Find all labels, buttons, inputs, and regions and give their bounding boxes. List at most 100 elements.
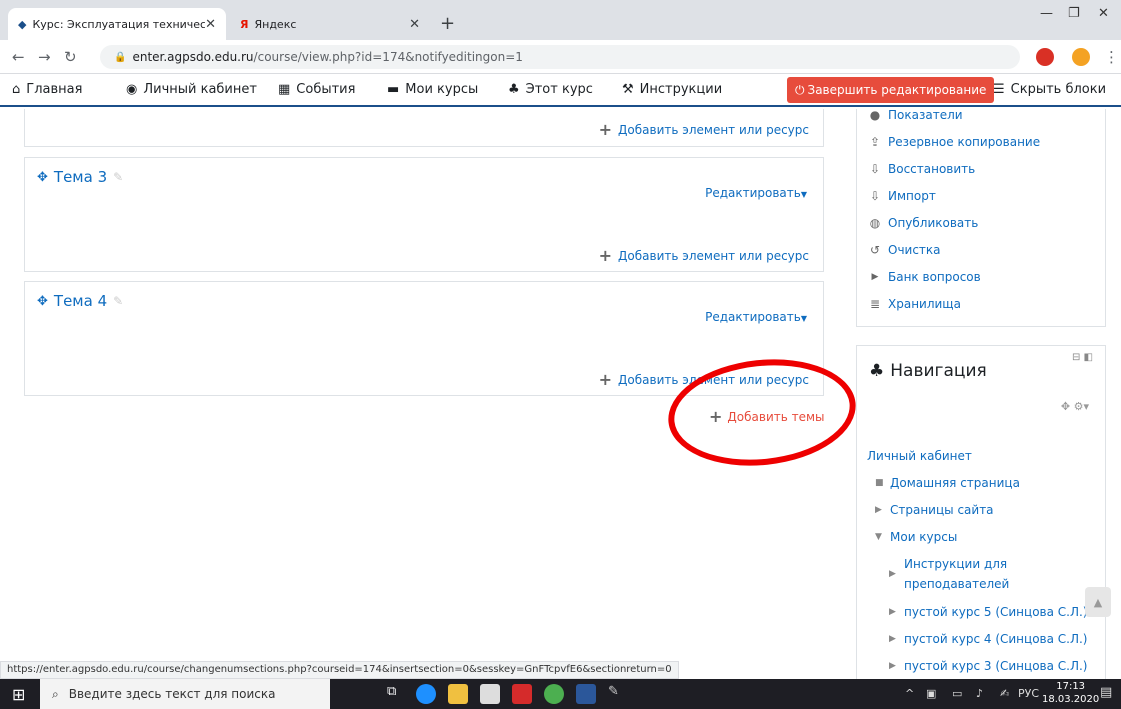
admin-link-question-bank[interactable]: ▶ Банк вопросов <box>868 263 1040 290</box>
plus-icon: + <box>598 370 613 389</box>
nav-home[interactable]: ⌂ Главная <box>12 82 82 97</box>
url-field[interactable]: 🔒 enter.agpsdo.edu.ru/course/view.php?id… <box>100 45 1020 69</box>
caret-right-icon: ▶ <box>871 271 879 282</box>
nav-item-dashboard[interactable]: Личный кабинет <box>867 442 1088 469</box>
mail-icon[interactable] <box>480 684 500 704</box>
nav-this-course[interactable]: ♣ Этот курс <box>508 82 593 97</box>
new-tab-icon[interactable]: + <box>440 13 455 34</box>
nav-dashboard[interactable]: ◉ Личный кабинет <box>126 82 257 97</box>
browser-tab-bar: ◆ Курс: Эксплуатация техническо ✕ Я Янде… <box>0 0 1121 40</box>
block-controls[interactable]: ⊟ ◧ <box>1072 352 1093 363</box>
nav-item-course-3[interactable]: ▶ пустой курс 3 (Синцова С.Л.) <box>867 652 1088 679</box>
chevron-up-icon[interactable]: ^ <box>905 687 914 700</box>
url-path: /course/view.php?id=174&notifyeditingon=… <box>253 50 523 64</box>
caret-right-icon: ▶ <box>889 660 896 671</box>
admin-link-reports[interactable]: ● Показатели <box>868 109 1040 128</box>
address-bar-row: ← → ↻ 🔒 enter.agpsdo.edu.ru/course/view.… <box>0 40 1121 74</box>
block-title: ♣ Навигация <box>869 361 987 381</box>
add-activity-link[interactable]: + Добавить элемент или ресурс <box>599 120 809 139</box>
nav-item-instructions[interactable]: ▶ Инструкции для преподавателей <box>867 550 1088 598</box>
wrench-icon: ⚒ <box>622 82 634 97</box>
nav-item-course-4[interactable]: ▶ пустой курс 4 (Синцова С.Л.) <box>867 625 1088 652</box>
restore-icon[interactable]: ❐ <box>1068 6 1080 21</box>
caret-right-icon: ▶ <box>889 606 896 617</box>
nav-item-site-pages[interactable]: ▶ Страницы сайта <box>867 496 1088 523</box>
gear-icon[interactable]: ✥ ⚙▾ <box>1061 400 1089 413</box>
task-view-icon[interactable]: ⧉ <box>387 684 407 704</box>
back-icon[interactable]: ← <box>12 48 25 66</box>
language-indicator[interactable]: РУС <box>1018 687 1039 700</box>
admin-link-publish[interactable]: ◍ Опубликовать <box>868 209 1040 236</box>
caret-right-icon: ▶ <box>889 569 896 579</box>
edge-icon[interactable] <box>416 684 436 704</box>
plus-icon: + <box>598 120 613 139</box>
move-icon[interactable]: ✥ <box>37 294 48 309</box>
chrome-icon[interactable] <box>544 684 564 704</box>
minimize-icon[interactable]: — <box>1040 6 1053 21</box>
tray-app-icon[interactable]: ▣ <box>926 687 936 700</box>
notification-icon[interactable]: ▤ <box>1100 685 1112 700</box>
admin-link-import[interactable]: ⇩ Импорт <box>868 182 1040 209</box>
nav-my-courses[interactable]: ▬ Мои курсы <box>387 82 478 97</box>
download-icon: ⇩ <box>869 161 881 176</box>
section-title[interactable]: ✥ Тема 3 ✎ <box>37 168 123 186</box>
volume-icon[interactable]: ♪ <box>976 687 983 700</box>
database-icon: ≣ <box>869 296 881 311</box>
scroll-to-top-button[interactable]: ▲ <box>1085 587 1111 617</box>
clock[interactable]: 17:13 18.03.2020 <box>1042 680 1099 706</box>
download-icon: ⇩ <box>869 188 881 203</box>
close-icon[interactable]: ✕ <box>205 17 216 32</box>
caret-icon: ▼ <box>800 314 807 323</box>
section-title[interactable]: ✥ Тема 4 ✎ <box>37 292 123 310</box>
pencil-icon[interactable]: ✎ <box>113 294 123 308</box>
plus-icon: + <box>598 246 613 265</box>
tab-course[interactable]: ◆ Курс: Эксплуатация техническо ✕ <box>8 8 226 40</box>
nav-tree: Личный кабинет ■ Домашняя страница ▶ Стран… <box>867 442 1088 679</box>
extension-icon[interactable] <box>1072 48 1090 66</box>
nav-instructions[interactable]: ⚒ Инструкции <box>622 82 722 97</box>
folder-icon[interactable] <box>448 684 468 704</box>
windows-start-icon[interactable]: ⊞ <box>12 685 25 704</box>
word-icon[interactable] <box>576 684 596 704</box>
nav-item-my-courses[interactable]: ▼ Мои курсы <box>867 523 1088 550</box>
adblock-icon[interactable] <box>1036 48 1054 66</box>
admin-link-repositories[interactable]: ≣ Хранилища <box>868 290 1040 317</box>
close-window-icon[interactable]: ✕ <box>1098 6 1109 21</box>
add-activity-link[interactable]: + Добавить элемент или ресурс <box>599 246 809 265</box>
home-icon: ⌂ <box>12 82 21 97</box>
paint-icon[interactable]: ✎ <box>608 684 628 704</box>
status-bar-url: https://enter.agpsdo.edu.ru/course/chang… <box>0 661 679 679</box>
admin-link-backup[interactable]: ⇪ Резервное копирование <box>868 128 1040 155</box>
edit-menu-link[interactable]: Редактировать▼ <box>705 186 807 200</box>
url-host: enter.agpsdo.edu.ru <box>132 50 254 64</box>
reload-icon[interactable]: ↻ <box>64 48 77 66</box>
pencil-icon[interactable]: ✎ <box>113 170 123 184</box>
chart-icon: ● <box>869 109 881 122</box>
admin-link-restore[interactable]: ⇩ Восстановить <box>868 155 1040 182</box>
yandex-icon: Я <box>240 17 249 31</box>
tab-title: Яндекс <box>254 17 297 31</box>
move-icon[interactable]: ✥ <box>37 170 48 185</box>
menu-icon[interactable]: ⋮ <box>1104 48 1119 66</box>
edit-menu-link[interactable]: Редактировать▼ <box>705 310 807 324</box>
hide-blocks-button[interactable]: ☰ Скрыть блоки <box>993 82 1106 97</box>
nav-events[interactable]: ▦ События <box>278 82 355 97</box>
caret-down-icon: ▼ <box>875 531 882 542</box>
stop-editing-button[interactable]: ⏻ Завершить редактирование <box>787 77 995 103</box>
taskbar-search[interactable]: ⌕ Введите здесь текст для поиска <box>40 679 330 709</box>
admin-link-reset[interactable]: ↺ Очистка <box>868 236 1040 263</box>
tab-yandex[interactable]: Я Яндекс ✕ <box>230 8 430 40</box>
nav-item-course-5[interactable]: ▶ пустой курс 5 (Синцова С.Л.) <box>867 598 1088 625</box>
course-content: + Добавить элемент или ресурс ✥ Тема 3 ✎ Ре… <box>0 109 1121 679</box>
caret-icon: ▼ <box>800 190 807 199</box>
reset-icon: ↺ <box>869 242 881 257</box>
pen-icon[interactable]: ✍ <box>1000 687 1009 700</box>
forward-icon[interactable]: → <box>38 48 51 66</box>
indent-icon: ☰ <box>993 82 1005 97</box>
network-icon[interactable]: ▭ <box>952 687 962 700</box>
close-icon[interactable]: ✕ <box>409 17 420 32</box>
nav-item-home[interactable]: ■ Домашняя страница <box>867 469 1088 496</box>
windows-taskbar: ⊞ ⌕ Введите здесь текст для поиска ⧉ ✎ ^ … <box>0 679 1121 709</box>
kaspersky-icon[interactable] <box>512 684 532 704</box>
briefcase-icon: ▬ <box>387 82 400 97</box>
